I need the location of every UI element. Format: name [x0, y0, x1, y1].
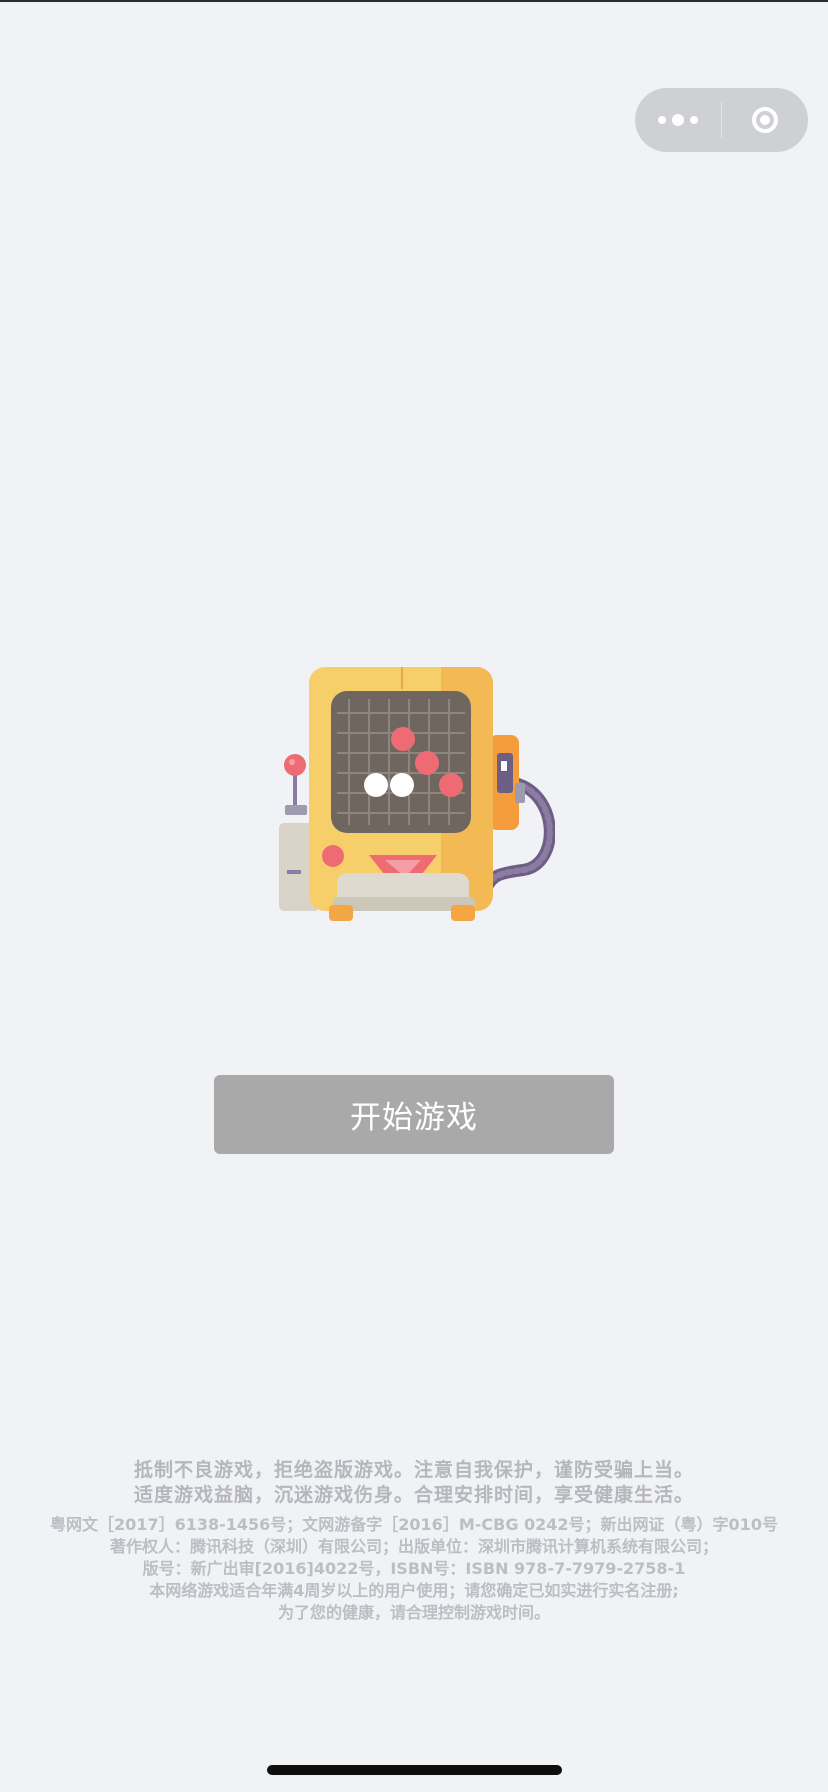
miniprogram-capsule [635, 88, 808, 152]
legal-line: 为了您的健康，请合理控制游戏时间。 [277, 1603, 550, 1622]
legal-line: 著作权人：腾讯科技（深圳）有限公司；出版单位：深圳市腾讯计算机系统有限公司； [109, 1537, 718, 1556]
slogan-line: 适度游戏益脑，沉迷游戏伤身。合理安排时间，享受健康生活。 [133, 1484, 694, 1506]
legal-info: 粤网文［2017］6138-1456号；文网游备字［2016］M-CBG 024… [0, 1514, 828, 1624]
close-button[interactable] [722, 88, 808, 152]
more-dots-icon [658, 114, 698, 126]
arcade-machine-illustration [279, 667, 555, 921]
home-indicator[interactable] [267, 1765, 562, 1775]
footer-notice: 抵制不良游戏，拒绝盗版游戏。注意自我保护，谨防受骗上当。 适度游戏益脑，沉迷游戏… [0, 1458, 828, 1624]
target-close-icon [752, 107, 778, 133]
slogan-line: 抵制不良游戏，拒绝盗版游戏。注意自我保护，谨防受骗上当。 [133, 1459, 694, 1481]
start-game-button[interactable]: 开始游戏 [214, 1075, 614, 1154]
more-button[interactable] [635, 88, 721, 152]
legal-line: 版号：新广出审[2016]4022号，ISBN号：ISBN 978-7-7979… [142, 1559, 686, 1578]
legal-line: 本网络游戏适合年满4周岁以上的用户使用；请您确定已如实进行实名注册; [149, 1581, 679, 1600]
health-slogan: 抵制不良游戏，拒绝盗版游戏。注意自我保护，谨防受骗上当。 适度游戏益脑，沉迷游戏… [0, 1458, 828, 1508]
status-bar-edge [0, 0, 828, 2]
legal-line: 粤网文［2017］6138-1456号；文网游备字［2016］M-CBG 024… [50, 1515, 778, 1534]
